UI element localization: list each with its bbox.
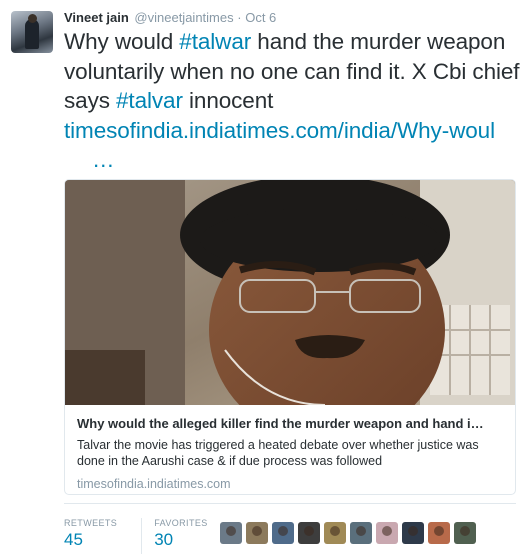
favorites-label: FAVORITES: [154, 518, 208, 528]
tweet-header: Vineet jain @vineetjaintimes · Oct 6: [64, 10, 276, 25]
avatar-head: [28, 14, 37, 23]
favoriter-avatar[interactable]: [454, 522, 476, 544]
favorites-count[interactable]: 30: [154, 530, 207, 550]
retweets-count[interactable]: 45: [64, 530, 117, 550]
card-domain[interactable]: timesofindia.indiatimes.com: [77, 477, 507, 491]
link-ellipsis[interactable]: …: [64, 145, 526, 175]
card-photo-image: [65, 180, 515, 405]
card-photo[interactable]: [65, 180, 515, 405]
tweet-text: Why would #talwar hand the murder weapon…: [64, 27, 526, 175]
favoriter-avatar[interactable]: [402, 522, 424, 544]
hashtag-talvar[interactable]: #talvar: [116, 88, 183, 113]
favoriter-avatar[interactable]: [376, 522, 398, 544]
author-fullname[interactable]: Vineet jain: [64, 10, 129, 25]
tweet: Vineet jain @vineetjaintimes · Oct 6 Why…: [0, 0, 531, 559]
tweet-timestamp[interactable]: Oct 6: [245, 10, 276, 25]
avatar-figure: [25, 19, 39, 49]
favoriter-avatar[interactable]: [272, 522, 294, 544]
retweets-stat[interactable]: RETWEETS 45: [64, 518, 117, 554]
tweet-link[interactable]: timesofindia.indiatimes.com/india/Why-wo…: [64, 118, 495, 143]
favoriter-avatar[interactable]: [428, 522, 450, 544]
card-body: Why would the alleged killer find the mu…: [77, 416, 507, 491]
avatar[interactable]: [11, 11, 53, 53]
favoriter-avatar[interactable]: [246, 522, 268, 544]
favorites-stat[interactable]: FAVORITES 30: [141, 518, 207, 554]
tweet-text-part: Why would: [64, 29, 180, 54]
card-description: Talvar the movie has triggered a heated …: [77, 438, 479, 468]
favoriter-avatar[interactable]: [350, 522, 372, 544]
author-handle[interactable]: @vineetjaintimes: [134, 10, 233, 25]
divider: [64, 503, 516, 504]
tweet-stats: RETWEETS 45 FAVORITES 30: [64, 518, 234, 554]
favoriter-avatar[interactable]: [220, 522, 242, 544]
card-title[interactable]: Why would the alleged killer find the mu…: [77, 416, 507, 431]
separator-dot: ·: [237, 10, 242, 25]
hashtag-talwar[interactable]: #talwar: [179, 29, 251, 54]
retweets-label: RETWEETS: [64, 518, 118, 528]
tweet-text-part: innocent: [182, 88, 274, 113]
favoriter-avatars: [220, 522, 480, 544]
favoriter-avatar[interactable]: [324, 522, 346, 544]
link-card[interactable]: Why would the alleged killer find the mu…: [64, 179, 516, 495]
favoriter-avatar[interactable]: [298, 522, 320, 544]
